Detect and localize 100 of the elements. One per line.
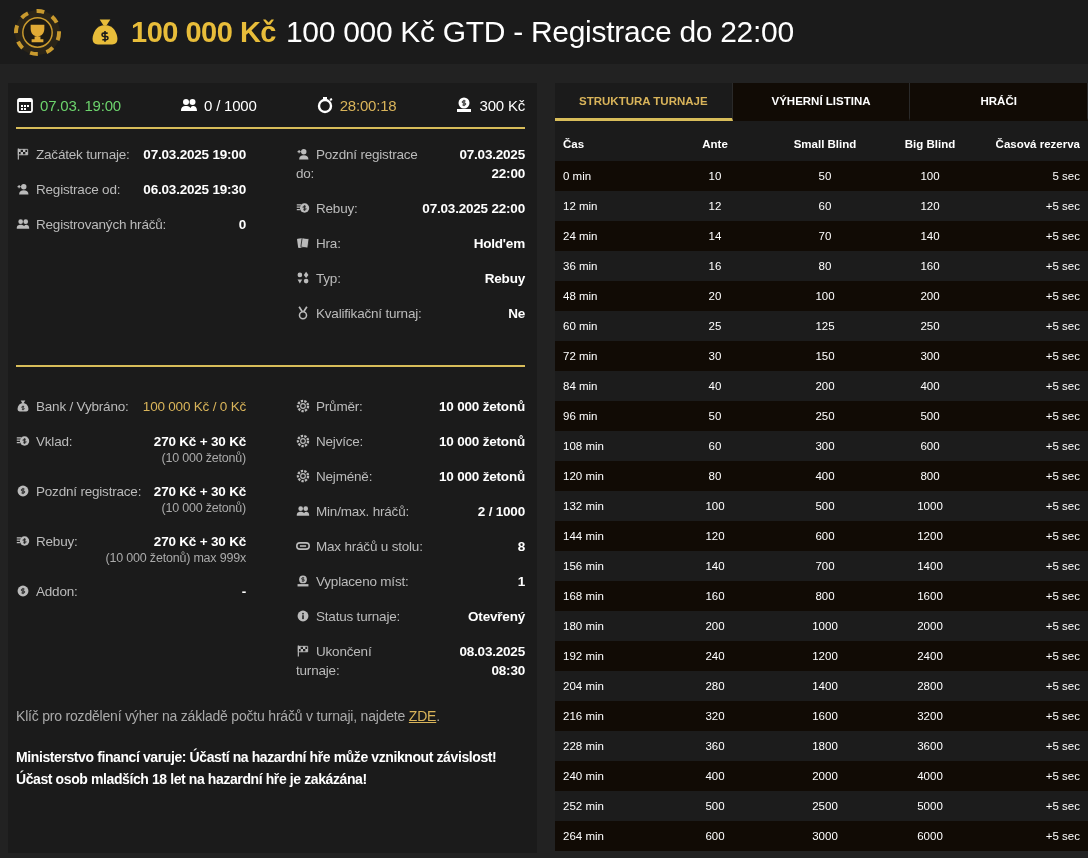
- field-value: 270 Kč + 30 Kč: [153, 533, 246, 551]
- table-cell: +5 sec: [985, 791, 1088, 821]
- table-cell: +5 sec: [985, 611, 1088, 641]
- table-cell: +5 sec: [985, 251, 1088, 281]
- table-cell: 2000: [775, 761, 875, 791]
- table-cell: 125: [775, 311, 875, 341]
- table-cell: 1200: [775, 641, 875, 671]
- field-label: Status turnaje:: [296, 607, 465, 626]
- table-cell: 280: [655, 671, 775, 701]
- field-label: Vklad:: [16, 432, 150, 466]
- table-cell: +5 sec: [985, 311, 1088, 341]
- prize-amount: 100 000 Kč: [131, 15, 276, 49]
- stat-value: 28:00:18: [339, 96, 397, 114]
- table-cell: 1600: [875, 581, 985, 611]
- column-header: Čas: [555, 121, 655, 161]
- chip-count-note: (10 000 žetonů): [161, 451, 246, 466]
- user-plus-icon: [296, 147, 310, 161]
- tab[interactable]: STRUKTURA TURNAJE: [555, 83, 733, 121]
- table-cell: 50: [775, 161, 875, 191]
- field-value: 270 Kč + 30 Kč: [153, 483, 246, 501]
- field-label: Registrovaných hráčů:: [16, 215, 235, 234]
- field-label: Max hráčů u stolu:: [296, 537, 514, 556]
- table-cell: +5 sec: [985, 701, 1088, 731]
- table-cell: +5 sec: [985, 191, 1088, 221]
- table-cell: 160: [875, 251, 985, 281]
- table-cell: 30: [655, 341, 775, 371]
- cards-icon: [296, 236, 310, 250]
- table-cell: 40: [655, 371, 775, 401]
- table-cell: 156 min: [555, 551, 655, 581]
- table-cell: 1400: [775, 671, 875, 701]
- table-cell: 228 min: [555, 731, 655, 761]
- table-cell: 10: [655, 161, 775, 191]
- table-cell: 360: [655, 731, 775, 761]
- table-cell: +5 sec: [985, 431, 1088, 461]
- medal-icon: [296, 306, 310, 320]
- table-cell: 240: [655, 641, 775, 671]
- field-label: Průměr:: [296, 397, 436, 416]
- table-cell: 500: [875, 401, 985, 431]
- field-label: Bank / Vybráno:: [16, 397, 139, 416]
- table-cell: 264 min: [555, 821, 655, 851]
- table-cell: 1400: [875, 551, 985, 581]
- table-cell: 250: [875, 311, 985, 341]
- tab[interactable]: VÝHERNÍ LISTINA: [732, 83, 911, 121]
- table-cell: +5 sec: [985, 581, 1088, 611]
- checkered-flag-icon: [296, 644, 310, 658]
- table-cell: 2400: [875, 641, 985, 671]
- tab[interactable]: HRÁČI: [910, 83, 1088, 121]
- field-value: 10 000 žetonů: [439, 468, 525, 486]
- table-cell: 250: [775, 401, 875, 431]
- column-header: Ante: [655, 121, 775, 161]
- table-cell: 150: [775, 341, 875, 371]
- field-value: 10 000 žetonů: [439, 433, 525, 451]
- table-cell: 120 min: [555, 461, 655, 491]
- table-cell: 24 min: [555, 221, 655, 251]
- table-cell: 84 min: [555, 371, 655, 401]
- table-cell: 25: [655, 311, 775, 341]
- stat-value: 07.03. 19:00: [40, 96, 121, 114]
- money-bag-icon: [16, 399, 30, 413]
- field-label: Typ:: [296, 269, 481, 288]
- table-cell: 100: [655, 491, 775, 521]
- table-cell: 600: [655, 821, 775, 851]
- table-cell: 132 min: [555, 491, 655, 521]
- table-cell: 80: [655, 461, 775, 491]
- user-plus-icon: [16, 182, 30, 196]
- poker-chip-icon: [296, 469, 310, 483]
- field-value: Otevřený: [468, 608, 525, 626]
- table-cell: 3000: [775, 821, 875, 851]
- table-cell: 400: [775, 461, 875, 491]
- users-icon: [180, 96, 199, 114]
- table-cell: 60: [775, 191, 875, 221]
- table-cell: +5 sec: [985, 761, 1088, 791]
- table-cell: 300: [875, 341, 985, 371]
- table-cell: +5 sec: [985, 821, 1088, 851]
- poker-chip-icon: [296, 434, 310, 448]
- table-cell: +5 sec: [985, 401, 1088, 431]
- table-cell: 600: [775, 521, 875, 551]
- money-hand-icon: [455, 96, 474, 114]
- table-cell: 12: [655, 191, 775, 221]
- column-header: Small Blind: [775, 121, 875, 161]
- table-cell: +5 sec: [985, 221, 1088, 251]
- table-cell: 6000: [875, 821, 985, 851]
- table-cell: 204 min: [555, 671, 655, 701]
- users-icon: [296, 504, 310, 518]
- field-value: 07.03.2025 19:00: [143, 146, 246, 164]
- field-label: Vyplaceno míst:: [296, 572, 514, 591]
- table-cell: 2800: [875, 671, 985, 701]
- field-value: 07.03.2025 22:00: [422, 200, 525, 218]
- field-value: Hold'em: [473, 235, 525, 253]
- table-cell: +5 sec: [985, 281, 1088, 311]
- table-cell: 4000: [875, 761, 985, 791]
- table-cell: 252 min: [555, 791, 655, 821]
- table-cell: 0 min: [555, 161, 655, 191]
- table-cell: 500: [655, 791, 775, 821]
- table-cell: 200: [875, 281, 985, 311]
- table-cell: 1200: [875, 521, 985, 551]
- poker-table-icon: [296, 539, 310, 553]
- table-cell: 3200: [875, 701, 985, 731]
- table-cell: 500: [775, 491, 875, 521]
- stat-value: 300 Kč: [479, 96, 525, 114]
- table-cell: 5 sec: [985, 161, 1088, 191]
